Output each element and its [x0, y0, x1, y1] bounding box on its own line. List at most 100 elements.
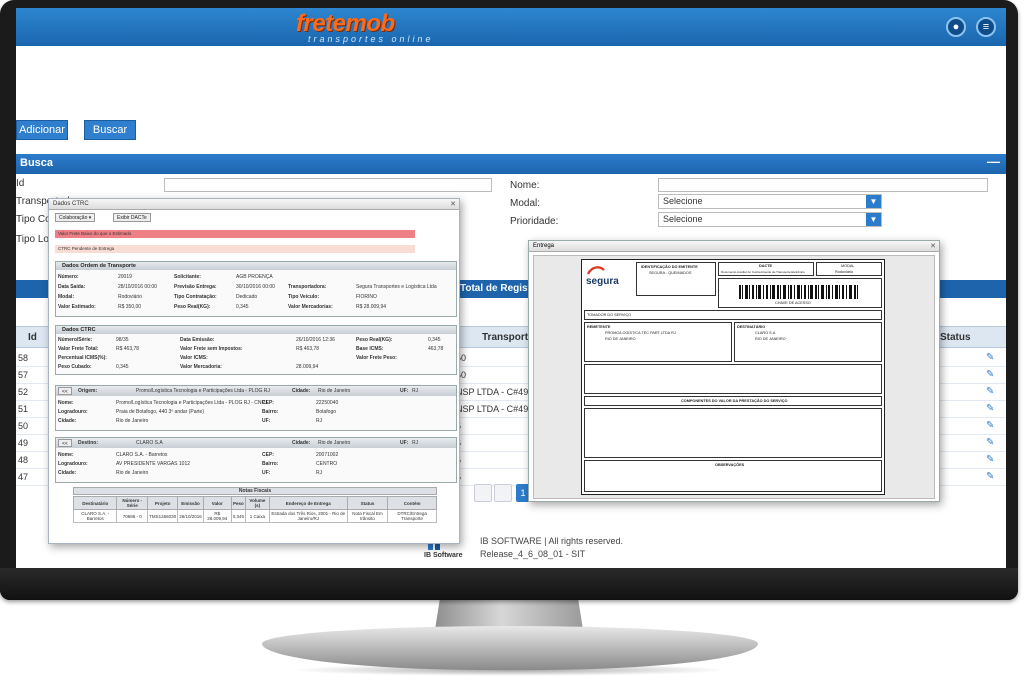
row-transportadora: NSP LTDA - C#49 — [456, 387, 529, 397]
dacte-document: segura IDENTIFICAÇÃO DO EMITENTE SEGURA … — [581, 259, 885, 495]
entrega-dialog-title: Entrega — [533, 243, 555, 249]
numero-value: 20019 — [118, 274, 132, 280]
fretemob-logo[interactable]: fretemob transportes online — [296, 10, 456, 44]
destino-cep-value: 20071002 — [316, 452, 339, 458]
footer-copyright: IB SOFTWARE | All rights reserved. — [480, 536, 624, 546]
origem-cidade2-label: Cidade: — [58, 418, 77, 424]
destino-uf-value: RJ — [412, 440, 419, 446]
valor-estimado-value: R$ 350,00 — [118, 304, 142, 310]
tipo-contratacao-label: Tipo Contratação: — [174, 294, 217, 300]
numero-label: Número: — [58, 274, 79, 280]
origem-nome-label: Nome: — [58, 400, 74, 406]
app-screen: fretemob transportes online ● ≡ Adiciona… — [16, 8, 1006, 568]
origem-cidade-value: Rio de Janeiro — [318, 388, 351, 394]
app-header: fretemob transportes online ● ≡ — [16, 8, 1006, 46]
row-id: 47 — [18, 472, 29, 482]
nf-column-header: Valor — [202, 496, 232, 510]
edit-icon[interactable]: ✎ — [986, 454, 994, 465]
prioridade-select[interactable]: Selecione ▼ — [658, 212, 882, 227]
valor-mercadorias-value: R$ 28.009,94 — [356, 304, 387, 310]
valor-icms-label: Valor ICMS: — [180, 355, 208, 361]
transportadora-value: Segura Transportes e Logística Ltda — [356, 284, 437, 290]
edit-icon[interactable]: ✎ — [986, 386, 994, 397]
origem-bairro-label: Bairro: — [262, 409, 279, 415]
edit-icon[interactable]: ✎ — [986, 369, 994, 380]
destino-cidade2-value: Rio de Janeiro — [116, 470, 149, 476]
user-icon[interactable]: ● — [946, 17, 966, 37]
edit-icon[interactable]: ✎ — [986, 420, 994, 431]
nome-label: Nome: — [510, 180, 540, 191]
transportadora-label: Transportadora: — [288, 284, 327, 290]
origem-logradouro-value: Praia de Botafogo, 440 3º andar (Parte) — [116, 409, 204, 415]
nome-input[interactable] — [658, 178, 988, 192]
ctrc-section-title: Dados CTRC — [56, 326, 456, 334]
barcode-box: CHAVE DE ACESSO — [718, 278, 882, 308]
dacte-title-box: DACTE Documento Auxiliar do Conhecimento… — [718, 262, 814, 276]
first-page-button[interactable] — [494, 484, 512, 502]
destino-toggle-button[interactable]: << — [58, 439, 72, 447]
row-id: 57 — [18, 370, 29, 380]
solicitante-value: AGB PROENÇA — [236, 274, 273, 280]
data-emissao-label: Data Emissão: — [180, 337, 215, 343]
valor-mercadoria-value: 28.009,94 — [296, 364, 319, 370]
notas-fiscais-title: Notas Fiscais — [73, 487, 437, 495]
tomador-box: TOMADOR DO SERVIÇO — [584, 310, 882, 320]
destino-nome-label: Nome: — [58, 452, 74, 458]
origem-section: << Origem: Promo/Logística Tecnologia e … — [55, 385, 457, 431]
nf-cell: Estrada dos Três Rios, 2001 - Rio de Jan… — [268, 509, 348, 523]
origem-value: Promo/Logística Tecnologia e Participaçõ… — [136, 388, 270, 394]
destinatario-municipio: RIO DE JANEIRO — [755, 337, 786, 341]
close-icon[interactable]: ✕ — [450, 200, 456, 208]
ordem-section-title: Dados Ordem de Transporte — [56, 262, 456, 270]
ib-software-text: IB Software — [424, 552, 463, 559]
destinatario-box: DESTINATÁRIO CLARO S.A RIO DE JANEIRO — [734, 322, 882, 362]
close-icon[interactable]: ✕ — [930, 242, 936, 250]
componentes-box — [584, 408, 882, 458]
observacoes-label: OBSERVAÇÕES — [715, 463, 745, 467]
edit-icon[interactable]: ✎ — [986, 403, 994, 414]
edit-icon[interactable]: ✎ — [986, 437, 994, 448]
data-saida-label: Data Saída: — [58, 284, 86, 290]
nf-cell: DTRC/Entrega Transporte — [387, 509, 437, 523]
monitor-frame: fretemob transportes online ● ≡ Adiciona… — [0, 0, 1018, 600]
peso-cubado-value: 0,345 — [116, 364, 129, 370]
nf-row[interactable]: CLARO S.A. - Barretos 70686 - 0 TMS1266030… — [72, 509, 437, 523]
origem-logradouro-label: Logradouro: — [58, 409, 88, 415]
pagination: 1 — [474, 484, 530, 504]
row-transportadora: NSP LTDA - C#49 — [456, 404, 529, 414]
edit-icon[interactable]: ✎ — [986, 352, 994, 363]
chevron-down-icon[interactable]: ▼ — [866, 195, 881, 208]
origem-toggle-button[interactable]: << — [58, 387, 72, 395]
valor-frete-peso-label: Valor Frete Peso: — [356, 355, 397, 361]
colaboracao-button[interactable]: Colaboração ▾ — [55, 213, 96, 222]
tipo-veiculo-value: FIORINO — [356, 294, 377, 300]
menu-icon[interactable]: ≡ — [976, 17, 996, 37]
modal-label: Modal: — [58, 294, 75, 300]
chevron-down-icon[interactable]: ▼ — [866, 213, 881, 226]
exibir-dacte-button[interactable]: Exibir DACTe — [113, 213, 151, 222]
peso-real-ctrc-value: 0,345 — [428, 337, 441, 343]
search-button[interactable]: Buscar — [84, 120, 136, 140]
col-status[interactable]: Status — [940, 332, 971, 343]
search-panel-title: Busca — [20, 157, 54, 169]
collapse-icon[interactable]: — — [987, 154, 1000, 169]
previsao-label: Previsão Entrega: — [174, 284, 217, 290]
emitente-box: IDENTIFICAÇÃO DO EMITENTE SEGURA - QUEIM… — [636, 262, 716, 296]
peso-real-ctrc-label: Peso Real(KG): — [356, 337, 393, 343]
add-button[interactable]: Adicionar — [16, 120, 68, 140]
emitente-nome: SEGURA - QUEIMADOS — [649, 271, 692, 275]
row-id: 49 — [18, 438, 29, 448]
destino-uf-label: UF: — [400, 440, 409, 446]
nf-column-header: Emissão — [177, 496, 204, 510]
ordem-transporte-section: Dados Ordem de Transporte Número: 20019 … — [55, 261, 457, 317]
segura-logo-text: segura — [586, 276, 619, 287]
edit-icon[interactable]: ✎ — [986, 471, 994, 482]
destino-value: CLARO S.A — [136, 440, 163, 446]
col-id[interactable]: Id — [28, 332, 37, 343]
tipo-contratacao-value: Dedicado — [236, 294, 258, 300]
origem-cep-value: 22250040 — [316, 400, 339, 406]
id-input[interactable] — [164, 178, 492, 192]
id-label: Id — [16, 178, 25, 189]
modal-select[interactable]: Selecione ▼ — [658, 194, 882, 209]
prev-page-button[interactable] — [474, 484, 492, 502]
